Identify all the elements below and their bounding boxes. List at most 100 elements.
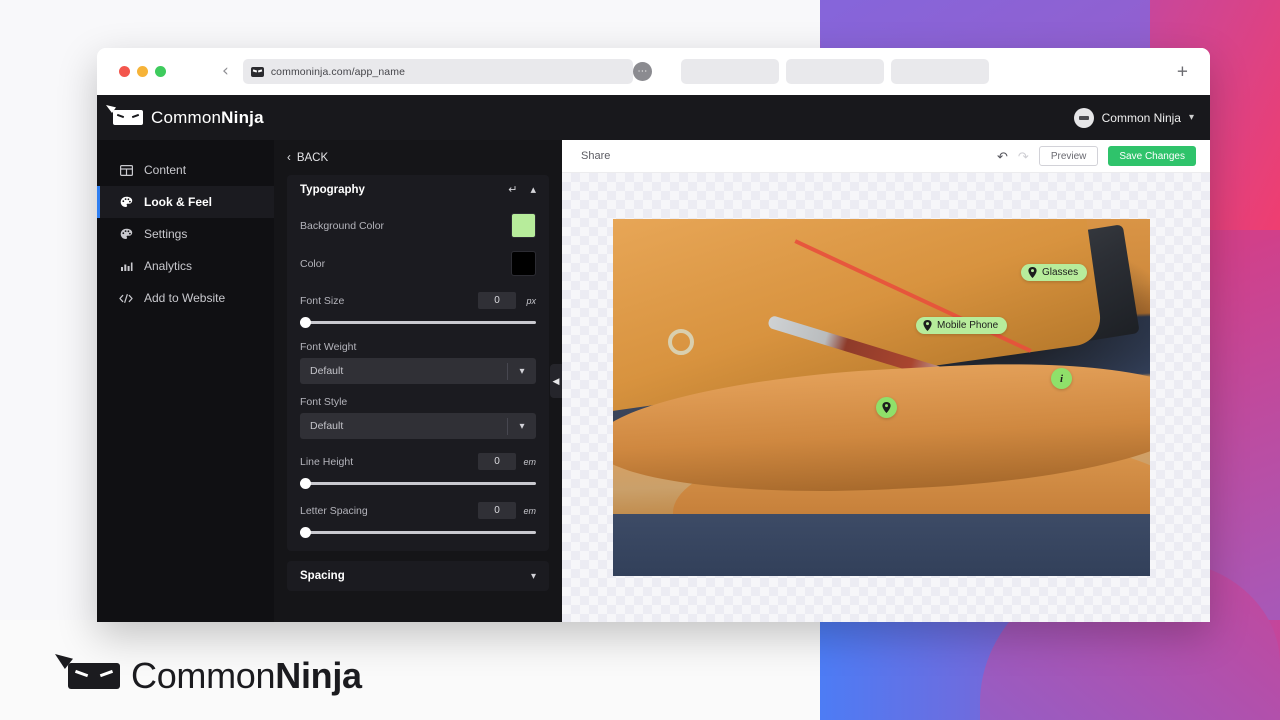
address-bar[interactable]: commoninja.com/app_name ⋯ bbox=[242, 59, 652, 84]
sidebar-item-look-and-feel[interactable]: Look & Feel bbox=[97, 186, 274, 218]
font-size-label: Font Size bbox=[300, 294, 345, 307]
font-size-unit: px bbox=[526, 295, 536, 306]
footer-brand-text: CommonNinja bbox=[131, 655, 362, 697]
undo-icon[interactable]: ↶ bbox=[997, 150, 1008, 163]
application: CommonNinja Common Ninja ▾ Content Look … bbox=[97, 95, 1210, 622]
chevron-up-icon[interactable]: ▴ bbox=[530, 184, 536, 196]
slider-track bbox=[300, 482, 536, 485]
grid-icon bbox=[119, 164, 133, 176]
font-weight-value: Default bbox=[310, 365, 344, 377]
browser-tab[interactable] bbox=[680, 59, 779, 84]
app-logo-text: CommonNinja bbox=[151, 108, 264, 128]
reset-arrow-icon[interactable]: ↵ bbox=[508, 184, 517, 196]
footer-brand: CommonNinja bbox=[68, 655, 362, 697]
address-bar-url: commoninja.com/app_name bbox=[270, 65, 406, 78]
app-logo-suffix: Ninja bbox=[221, 107, 264, 127]
preview-area: ◀ Share ↶ ↷ Preview Save Changes Glasses… bbox=[550, 140, 1210, 622]
minimize-window-button[interactable] bbox=[137, 66, 148, 77]
back-label: BACK bbox=[296, 151, 329, 164]
letter-spacing-field: Letter Spacing 0 em bbox=[287, 502, 549, 539]
save-changes-button[interactable]: Save Changes bbox=[1108, 146, 1196, 166]
new-tab-button[interactable]: + bbox=[1177, 62, 1188, 81]
hotspot-glasses[interactable]: Glasses bbox=[1021, 264, 1088, 281]
preview-canvas: Glasses Mobile Phone i bbox=[562, 173, 1210, 622]
toolbar-actions: ↶ ↷ Preview Save Changes bbox=[997, 146, 1196, 166]
line-height-label: Line Height bbox=[300, 455, 354, 468]
typography-section: Typography ↵ ▴ Background Color Color Fo… bbox=[287, 175, 549, 551]
spacing-section[interactable]: Spacing ▾ bbox=[287, 561, 549, 591]
line-height-unit: em bbox=[523, 456, 536, 467]
account-name: Common Ninja bbox=[1101, 110, 1181, 125]
hotspot-mobile-phone[interactable]: Mobile Phone bbox=[916, 317, 1008, 334]
hotspot-info-marker[interactable]: i bbox=[1051, 368, 1072, 389]
line-height-input[interactable]: 0 bbox=[478, 453, 516, 470]
browser-tab[interactable] bbox=[890, 59, 989, 84]
chevron-down-icon: ▾ bbox=[1188, 112, 1194, 123]
sidebar-item-settings[interactable]: Settings bbox=[97, 218, 274, 250]
preview-toolbar: Share ↶ ↷ Preview Save Changes bbox=[562, 140, 1210, 173]
color-label: Color bbox=[300, 257, 326, 270]
background-color-swatch[interactable] bbox=[511, 213, 536, 238]
redo-icon[interactable]: ↷ bbox=[1018, 150, 1029, 163]
font-style-value: Default bbox=[310, 420, 344, 432]
ninja-logo-icon bbox=[68, 663, 120, 689]
pin-icon bbox=[923, 320, 932, 331]
font-weight-field: Font Weight Default ▾ bbox=[287, 341, 549, 384]
letter-spacing-unit: em bbox=[523, 505, 536, 516]
sidebar: Content Look & Feel Settings Analytics A… bbox=[97, 140, 274, 622]
font-style-select[interactable]: Default ▾ bbox=[300, 413, 536, 439]
chevron-down-icon: ▾ bbox=[530, 570, 536, 582]
font-weight-select[interactable]: Default ▾ bbox=[300, 358, 536, 384]
letter-spacing-slider[interactable] bbox=[300, 525, 536, 539]
font-size-slider[interactable] bbox=[300, 315, 536, 329]
app-logo[interactable]: CommonNinja bbox=[113, 108, 264, 128]
chevron-left-icon: ‹ bbox=[287, 151, 291, 164]
preview-button[interactable]: Preview bbox=[1038, 146, 1099, 166]
footer-brand-suffix: Ninja bbox=[275, 655, 362, 696]
background-color-field: Background Color bbox=[287, 213, 549, 238]
back-button[interactable]: ‹ BACK bbox=[287, 140, 549, 175]
typography-actions: ↵ ▴ bbox=[508, 184, 536, 196]
image-strap-ring bbox=[668, 329, 694, 355]
slider-handle[interactable] bbox=[300, 478, 311, 489]
hotspot-label: Mobile Phone bbox=[937, 320, 999, 331]
sidebar-item-content[interactable]: Content bbox=[97, 154, 274, 186]
line-height-slider[interactable] bbox=[300, 476, 536, 490]
sidebar-item-analytics[interactable]: Analytics bbox=[97, 250, 274, 282]
footer-brand-prefix: Common bbox=[131, 655, 276, 696]
letter-spacing-label: Letter Spacing bbox=[300, 504, 368, 517]
sidebar-item-label: Analytics bbox=[144, 259, 193, 273]
pin-icon bbox=[1028, 267, 1037, 278]
color-field: Color bbox=[287, 251, 549, 276]
letter-spacing-input[interactable]: 0 bbox=[478, 502, 516, 519]
sidebar-item-label: Content bbox=[144, 163, 187, 177]
image-denim-bottom bbox=[613, 514, 1150, 576]
share-button[interactable]: Share bbox=[581, 150, 610, 162]
app-header: CommonNinja Common Ninja ▾ bbox=[97, 95, 1210, 140]
settings-panel: ‹ BACK Typography ↵ ▴ Background Color C… bbox=[274, 140, 562, 622]
hotspot-image[interactable]: Glasses Mobile Phone i bbox=[613, 219, 1150, 576]
browser-back-icon[interactable]: ‹ bbox=[222, 63, 229, 80]
sidebar-item-add-to-website[interactable]: Add to Website bbox=[97, 282, 274, 314]
hotspot-pin-marker[interactable] bbox=[876, 397, 897, 418]
font-size-input[interactable]: 0 bbox=[478, 292, 516, 309]
ellipsis-icon[interactable]: ⋯ bbox=[632, 62, 652, 81]
close-window-button[interactable] bbox=[119, 66, 130, 77]
browser-chrome: ‹ commoninja.com/app_name ⋯ + bbox=[97, 48, 1210, 95]
palette-icon bbox=[119, 196, 133, 209]
panel-collapse-handle[interactable]: ◀ bbox=[550, 364, 562, 398]
maximize-window-button[interactable] bbox=[155, 66, 166, 77]
account-menu[interactable]: Common Ninja ▾ bbox=[1073, 107, 1194, 128]
color-swatch[interactable] bbox=[511, 251, 536, 276]
code-icon bbox=[119, 293, 133, 304]
app-body: Content Look & Feel Settings Analytics A… bbox=[97, 140, 1210, 622]
browser-tab[interactable] bbox=[785, 59, 884, 84]
window-controls[interactable] bbox=[119, 66, 166, 77]
slider-handle[interactable] bbox=[300, 527, 311, 538]
font-weight-label: Font Weight bbox=[300, 341, 357, 353]
app-logo-prefix: Common bbox=[151, 107, 222, 127]
slider-handle[interactable] bbox=[300, 317, 311, 328]
chevron-down-icon: ▾ bbox=[519, 365, 525, 377]
sidebar-item-label: Add to Website bbox=[144, 291, 226, 305]
sidebar-item-label: Settings bbox=[144, 227, 188, 241]
